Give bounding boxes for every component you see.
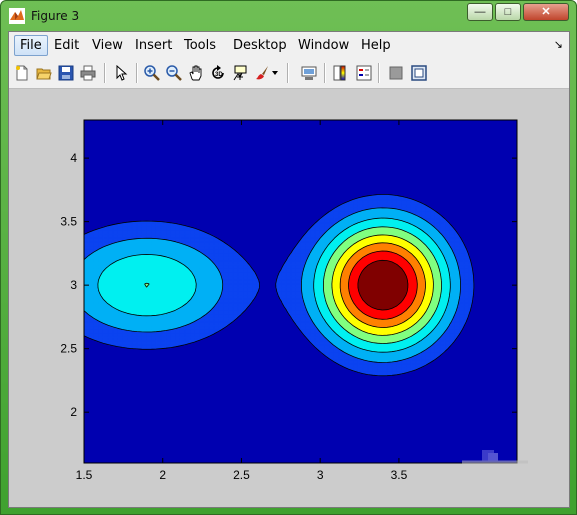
y-tick-label: 3.5 <box>60 215 77 229</box>
toolbar-separator <box>324 63 326 83</box>
legend-icon[interactable] <box>354 63 374 83</box>
menu-help[interactable]: Help <box>361 38 391 53</box>
print-icon[interactable] <box>78 63 98 83</box>
toolbar-separator <box>378 63 380 83</box>
colorbar-icon[interactable] <box>331 63 351 83</box>
menu-dock-arrow-icon[interactable]: ↘ <box>554 38 563 51</box>
menu-window[interactable]: Window <box>298 38 349 53</box>
brush-icon[interactable] <box>252 63 272 83</box>
figure-toolbar: 3D <box>9 58 569 89</box>
x-tick-label: 2.5 <box>233 468 250 482</box>
x-tick-label: 3 <box>317 468 324 482</box>
rotate-3d-icon[interactable]: 3D <box>208 63 228 83</box>
hide-plot-tools-icon[interactable] <box>386 63 406 83</box>
y-tick-label: 2.5 <box>60 342 77 356</box>
menu-bar: File Edit View Insert Tools Desktop Wind… <box>9 32 569 59</box>
y-tick-label: 2 <box>70 405 77 419</box>
toolbar-separator <box>136 63 138 83</box>
brush-dropdown-icon[interactable] <box>270 63 280 83</box>
y-tick-label: 4 <box>70 151 77 165</box>
open-file-icon[interactable] <box>34 63 54 83</box>
zoom-out-icon[interactable] <box>164 63 184 83</box>
toolbar-separator <box>287 63 289 83</box>
minimize-button[interactable]: — <box>467 3 493 21</box>
toolbar-separator <box>104 63 106 83</box>
menu-edit[interactable]: Edit <box>54 38 79 53</box>
pointer-icon[interactable] <box>111 63 131 83</box>
window-title: Figure 3 <box>31 9 80 23</box>
menu-insert[interactable]: Insert <box>135 38 172 53</box>
y-tick-label: 3 <box>70 278 77 292</box>
figure-window: Figure 3 — □ ✕ File Edit View Insert Too… <box>0 0 577 515</box>
menu-tools[interactable]: Tools <box>184 38 216 53</box>
menu-view[interactable]: View <box>92 38 123 53</box>
show-plot-tools-icon[interactable] <box>409 63 429 83</box>
matlab-logo-icon <box>9 8 25 24</box>
zoom-in-icon[interactable] <box>142 63 162 83</box>
maximize-button[interactable]: □ <box>495 3 521 21</box>
menu-file[interactable]: File <box>14 35 48 56</box>
link-plot-icon[interactable] <box>299 63 319 83</box>
data-cursor-icon[interactable] <box>230 63 250 83</box>
contour-plot[interactable]: 1.5 2 2.5 3 3.5 2 2.5 3 3.5 4 <box>9 89 569 507</box>
figure-canvas: 1.5 2 2.5 3 3.5 2 2.5 3 3.5 4 <box>9 89 569 507</box>
x-tick-label: 2 <box>159 468 166 482</box>
save-icon[interactable] <box>56 63 76 83</box>
watermark-logo <box>462 450 528 464</box>
x-tick-label: 3.5 <box>391 468 408 482</box>
close-button[interactable]: ✕ <box>523 3 569 21</box>
x-tick-label: 1.5 <box>76 468 93 482</box>
menu-desktop[interactable]: Desktop <box>233 38 287 53</box>
new-figure-icon[interactable] <box>12 63 32 83</box>
title-bar[interactable]: Figure 3 — □ ✕ <box>1 1 576 31</box>
pan-hand-icon[interactable] <box>186 63 206 83</box>
svg-text:3D: 3D <box>215 72 223 78</box>
figure-client-area: File Edit View Insert Tools Desktop Wind… <box>8 31 570 508</box>
